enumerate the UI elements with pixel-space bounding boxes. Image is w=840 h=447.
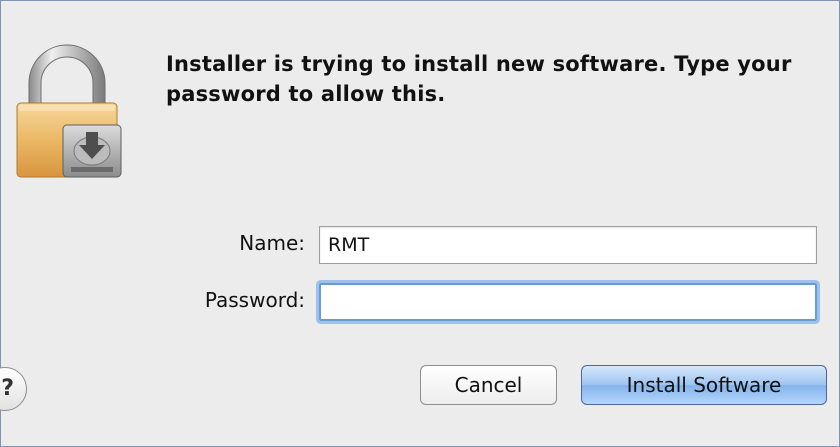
name-field[interactable]	[319, 226, 817, 264]
dialog-message: Installer is trying to install new softw…	[166, 52, 792, 106]
password-label: Password:	[204, 288, 305, 312]
install-software-button[interactable]: Install Software	[581, 365, 827, 405]
cancel-button[interactable]: Cancel	[420, 365, 557, 405]
password-field[interactable]	[319, 283, 817, 321]
help-button[interactable]: ?	[0, 367, 27, 411]
lock-installer-icon	[15, 39, 127, 181]
name-label: Name:	[239, 231, 305, 255]
authentication-dialog: Installer is trying to install new softw…	[0, 0, 840, 447]
